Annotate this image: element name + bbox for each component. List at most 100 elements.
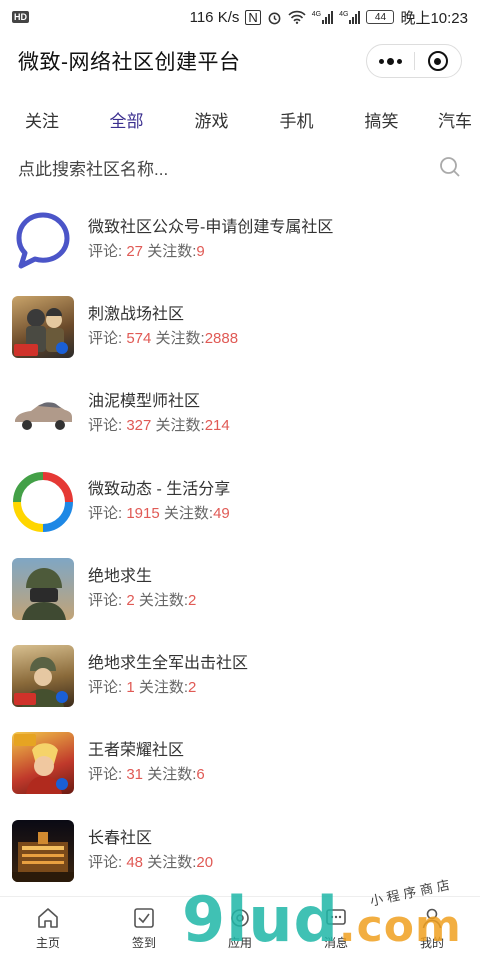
tab-all[interactable]: 全部 [84,107,169,132]
battery-icon: 44 [366,10,395,24]
bottom-tab-apps[interactable]: 应用 [192,897,288,960]
bottom-tab-home[interactable]: 主页 [0,897,96,960]
list-item[interactable]: 王者荣耀社区 评论: 31 关注数:6 [0,720,480,807]
signal-icon: 4G [339,10,361,24]
status-bar: HD 116 K/s N 4G 4G 44 晚上10:23 [0,0,480,34]
list-item[interactable]: 绝地求生 评论: 2 关注数:2 [0,545,480,632]
list-item[interactable]: 长春社区 评论: 48 关注数:20 [0,807,480,894]
search-input[interactable]: 点此搜索社区名称... [18,155,168,180]
followers-label: 关注数: [159,504,214,522]
comment-count: 1 [126,679,135,697]
bottom-tab-profile[interactable]: 我的 [384,897,480,960]
chat-bubble-icon [12,209,74,271]
checkin-icon [134,908,154,928]
list-item[interactable]: 微致社区公众号-申请创建专属社区 评论: 27 关注数:9 [0,196,480,283]
profile-icon [422,908,442,929]
bottom-tab-label: 应用 [227,936,252,950]
search-icon[interactable] [438,155,462,179]
community-name: 王者荣耀社区 [88,742,185,760]
comment-count: 48 [126,853,144,871]
tab-follow[interactable]: 关注 [0,107,84,132]
followers-label: 关注数: [143,766,197,784]
community-name: 绝地求生全军出击社区 [88,655,249,673]
tab-funny[interactable]: 搞笑 [339,107,424,132]
comments-label: 评论: [88,853,127,871]
bottom-tab-label: 签到 [131,936,156,950]
follower-count: 2 [188,591,197,609]
game-soldier-icon [12,295,74,358]
comment-count: 1915 [126,504,160,522]
wifi-icon [288,10,306,24]
follower-count: 49 [213,504,230,522]
color-ring-icon [12,471,74,533]
followers-label: 关注数: [151,417,205,435]
comment-count: 2 [126,591,135,609]
message-icon [326,909,346,925]
clock: 晚上10:23 [400,9,468,27]
pubg-game-icon [12,645,74,708]
follower-count: 6 [196,766,205,784]
bottom-tab-label: 消息 [323,936,348,950]
signal-label: 4G [311,10,322,18]
bottom-tab-label: 主页 [35,936,60,950]
comment-count: 327 [126,417,152,435]
bottom-tab-messages[interactable]: 消息 [288,897,384,960]
comments-label: 评论: [88,766,127,784]
list-item[interactable]: 油泥模型师社区 评论: 327 关注数:214 [0,371,480,458]
comment-count: 574 [126,329,152,347]
apps-icon [231,909,249,927]
list-item[interactable]: 绝地求生全军出击社区 评论: 1 关注数:2 [0,632,480,719]
home-icon [38,908,58,928]
category-tabs: 关注 全部 游戏 手机 搞笑 汽车 [0,98,480,140]
community-name: 刺激战场社区 [88,305,185,323]
pubg-helmet-icon [12,557,74,620]
community-stats: 评论: 27 关注数:9 [88,241,333,263]
community-list: 微致社区公众号-申请创建专属社区 评论: 27 关注数:9 刺激战场社区 评论:… [0,196,480,894]
followers-label: 关注数: [134,679,189,697]
nfc-icon: N [245,9,261,25]
signal-label: 4G [339,10,349,18]
community-stats: 评论: 48 关注数:20 [88,852,213,874]
tab-games[interactable]: 游戏 [169,107,254,132]
search-bar[interactable]: 点此搜索社区名称... [0,148,480,186]
bottom-tab-checkin[interactable]: 签到 [96,897,192,960]
tab-phones[interactable]: 手机 [254,107,339,132]
followers-label: 关注数: [134,591,189,609]
comments-label: 评论: [88,242,127,260]
comment-count: 31 [126,766,144,784]
community-name: 长春社区 [88,829,153,847]
close-mini-program-button[interactable] [415,45,462,77]
follower-count: 20 [196,853,214,871]
community-stats: 评论: 574 关注数:2888 [88,328,238,350]
follower-count: 2 [188,679,197,697]
community-stats: 评论: 31 关注数:6 [88,764,205,786]
more-button[interactable] [367,45,414,77]
comment-count: 27 [126,242,144,260]
page-title: 微致-网络社区创建平台 [18,51,241,74]
city-night-icon [12,819,74,882]
bottom-tab-bar: 主页 签到 应用 消息 我的 [0,896,480,960]
status-right: 116 K/s N 4G 4G 44 晚上10:23 [190,7,468,28]
model-car-icon [12,383,74,445]
list-item[interactable]: 微致动态 - 生活分享 评论: 1915 关注数:49 [0,458,480,545]
comments-label: 评论: [88,329,127,347]
hd-badge: HD [12,11,29,23]
followers-label: 关注数: [143,242,197,260]
list-item[interactable]: 刺激战场社区 评论: 574 关注数:2888 [0,283,480,370]
alarm-icon [268,12,281,24]
tab-cars[interactable]: 汽车 [424,107,480,132]
hero-game-icon [12,732,74,795]
community-name: 绝地求生 [88,567,153,585]
comments-label: 评论: [88,679,127,697]
community-name: 微致动态 - 生活分享 [88,480,231,498]
comments-label: 评论: [88,417,127,435]
community-name: 微致社区公众号-申请创建专属社区 [88,218,334,236]
followers-label: 关注数: [151,329,205,347]
community-name: 油泥模型师社区 [88,393,201,411]
community-stats: 评论: 1915 关注数:49 [88,503,230,525]
signal-icon: 4G [311,10,334,24]
follower-count: 214 [204,417,230,435]
follower-count: 2888 [204,329,239,347]
community-stats: 评论: 1 关注数:2 [88,677,248,699]
bottom-tab-label: 我的 [419,936,444,950]
